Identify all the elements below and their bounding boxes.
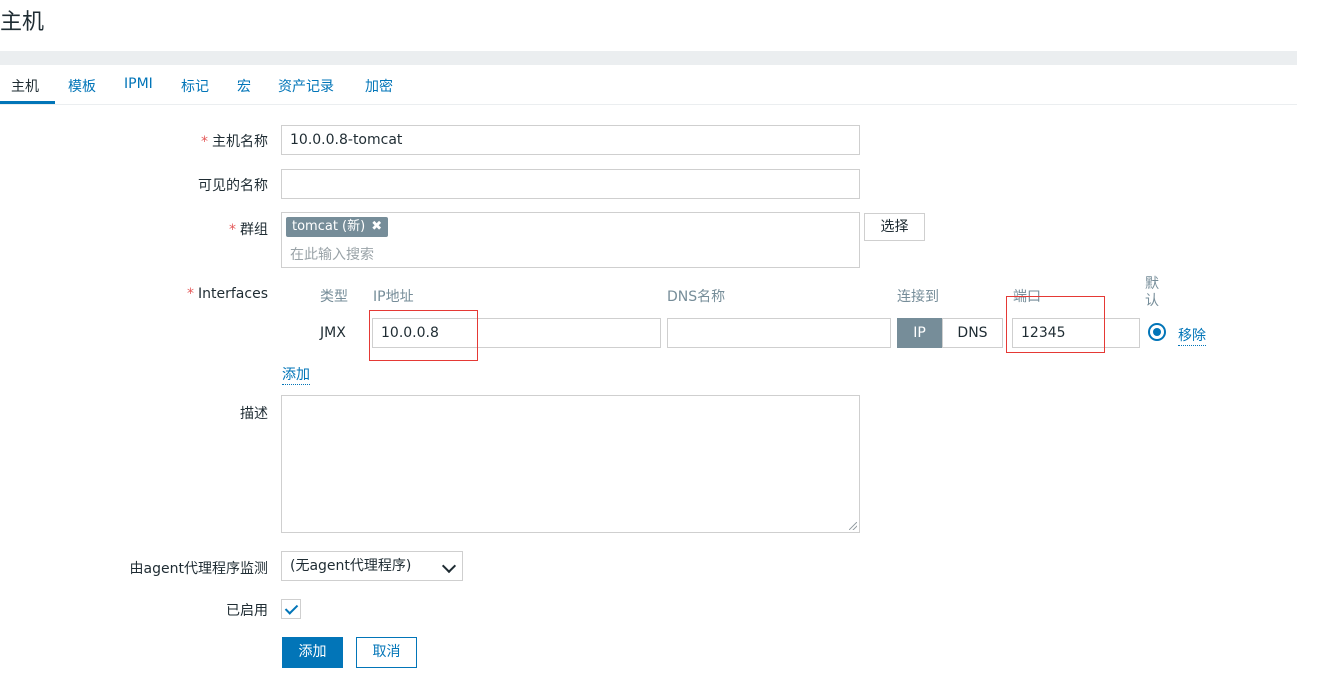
description-label: 描述	[240, 406, 268, 422]
visible-name-input[interactable]	[281, 169, 860, 199]
col-header-connect: 连接到	[897, 289, 939, 305]
tab-inventory[interactable]: 资产记录	[278, 76, 334, 96]
interface-type: JMX	[320, 325, 346, 341]
page-title: 主机	[0, 10, 45, 35]
host-name-input[interactable]: 10.0.0.8-tomcat	[281, 125, 860, 155]
tab-ipmi[interactable]: IPMI	[124, 76, 153, 92]
interface-port-input[interactable]: 12345	[1012, 318, 1140, 348]
interface-dns-input[interactable]	[667, 318, 891, 348]
host-name-label: * 主机名称	[201, 134, 268, 150]
description-textarea[interactable]	[281, 395, 860, 533]
active-tab-indicator	[0, 101, 55, 104]
groups-search-placeholder[interactable]: 在此输入搜索	[290, 244, 374, 264]
proxy-select[interactable]: (无agent代理程序)	[281, 551, 463, 581]
col-header-ip: IP地址	[373, 289, 414, 305]
default-interface-radio[interactable]	[1148, 323, 1166, 341]
chevron-down-icon	[441, 558, 457, 574]
col-header-dns: DNS名称	[667, 289, 726, 305]
col-header-type: 类型	[320, 289, 348, 305]
add-interface-link[interactable]: 添加	[282, 364, 310, 385]
tab-host[interactable]: 主机	[11, 76, 39, 96]
col-header-default: 默认	[1145, 276, 1159, 309]
tab-encryption[interactable]: 加密	[365, 76, 393, 96]
visible-name-label: 可见的名称	[198, 178, 268, 194]
col-header-port: 端口	[1013, 289, 1041, 305]
tab-macros[interactable]: 宏	[237, 76, 251, 96]
chip-remove-icon[interactable]: ✖	[371, 219, 382, 234]
remove-interface-link[interactable]: 移除	[1178, 325, 1206, 346]
groups-label: * 群组	[229, 222, 268, 238]
enabled-checkbox[interactable]	[281, 599, 301, 619]
select-groups-button[interactable]: 选择	[864, 213, 925, 241]
cancel-button[interactable]: 取消	[356, 637, 417, 668]
tab-tags[interactable]: 标记	[181, 76, 209, 96]
groups-multiselect[interactable]: tomcat (新) ✖ 在此输入搜索	[281, 212, 860, 268]
tab-bar: 主机 模板 IPMI 标记 宏 资产记录 加密	[0, 65, 1297, 105]
proxy-label: 由agent代理程序监测	[129, 561, 268, 577]
add-button[interactable]: 添加	[282, 637, 343, 668]
interfaces-label: * Interfaces	[187, 286, 268, 302]
tab-templates[interactable]: 模板	[68, 76, 96, 96]
header-strip	[0, 51, 1297, 65]
connect-dns-toggle[interactable]: DNS	[942, 318, 1003, 348]
connect-ip-toggle[interactable]: IP	[897, 318, 942, 348]
group-chip: tomcat (新) ✖	[286, 217, 389, 237]
resize-handle-icon[interactable]	[849, 522, 857, 530]
enabled-label: 已启用	[226, 603, 268, 619]
interface-ip-input[interactable]: 10.0.0.8	[372, 318, 661, 348]
